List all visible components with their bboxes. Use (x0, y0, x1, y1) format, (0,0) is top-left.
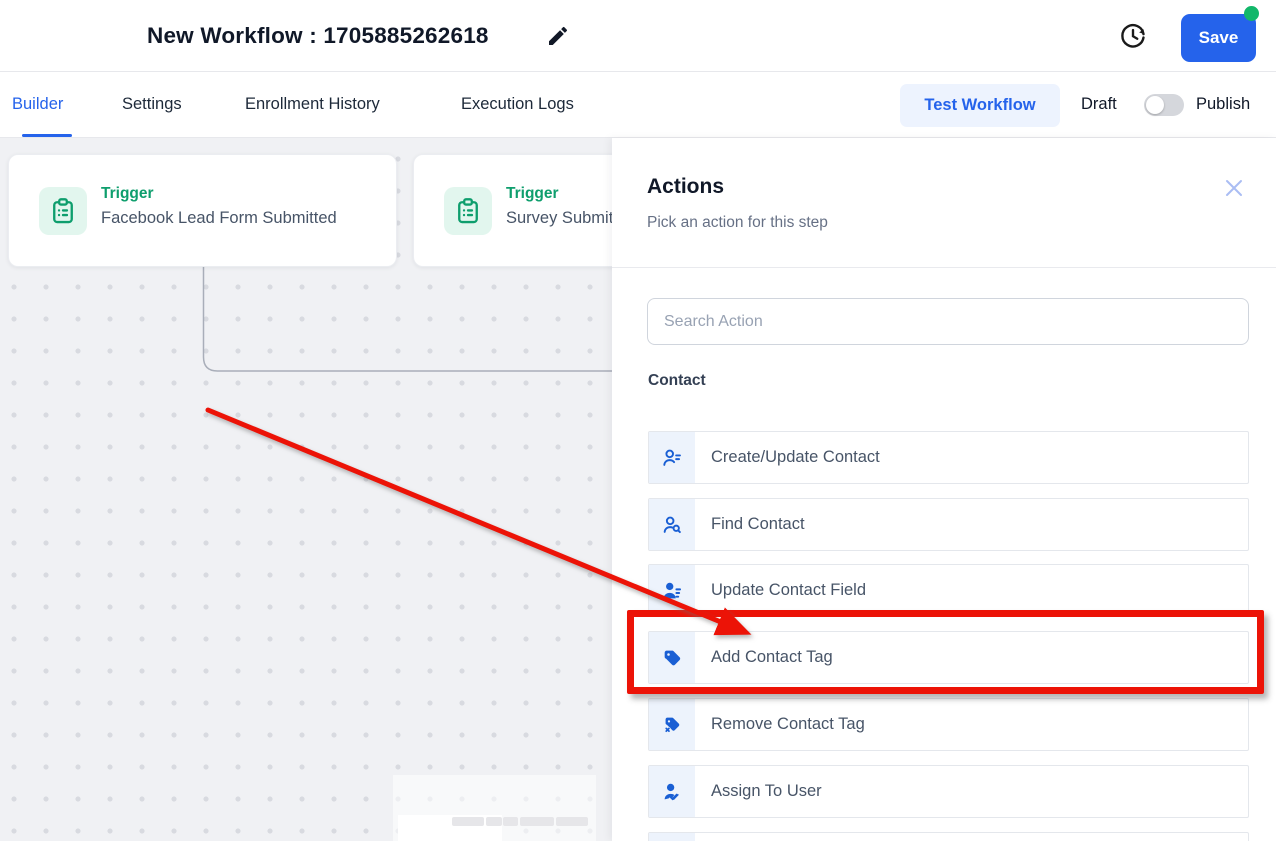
workflow-builder-screen: New Workflow : 1705885262618 Save Builde… (0, 0, 1276, 841)
workflow-title: New Workflow : 1705885262618 (147, 0, 489, 72)
blurred-pill (556, 817, 588, 826)
action-item-find-contact[interactable]: Find Contact (648, 498, 1249, 551)
trigger-name: Facebook Lead Form Submitted (101, 209, 381, 228)
user-search-icon (649, 499, 695, 550)
trigger-type-label: Trigger (101, 185, 381, 203)
trigger-name: Survey Submitted (506, 209, 612, 228)
workflow-canvas[interactable]: Trigger Facebook Lead Form Submitted Tri… (0, 138, 612, 841)
trigger-type-label: Trigger (506, 185, 612, 203)
search-action-input[interactable] (647, 298, 1249, 345)
panel-divider (612, 267, 1276, 268)
close-icon[interactable] (1224, 178, 1244, 198)
blurred-pill (486, 817, 502, 826)
user-check-icon (649, 766, 695, 817)
blurred-pill (452, 817, 484, 826)
action-item-remove-contact-tag[interactable]: Remove Contact Tag (648, 698, 1249, 751)
top-header: New Workflow : 1705885262618 Save (0, 0, 1276, 72)
tag-remove-icon (649, 699, 695, 750)
tab-enrollment-history[interactable]: Enrollment History (245, 72, 380, 137)
unsaved-changes-dot (1244, 6, 1259, 21)
history-clock-icon[interactable] (1118, 21, 1148, 51)
active-tab-underline (22, 134, 72, 137)
test-workflow-button[interactable]: Test Workflow (900, 84, 1060, 127)
action-item-update-contact-field[interactable]: Update Contact Field (648, 564, 1249, 617)
panel-title: Actions (647, 175, 724, 199)
action-item-partial[interactable] (648, 832, 1249, 841)
section-label-contact: Contact (648, 372, 706, 390)
blurred-pill (520, 817, 554, 826)
save-button[interactable]: Save (1181, 14, 1256, 62)
publish-toggle[interactable] (1144, 94, 1184, 116)
toggle-knob (1146, 96, 1164, 114)
tab-settings[interactable]: Settings (122, 72, 182, 137)
panel-subtitle: Pick an action for this step (647, 214, 828, 232)
action-item-add-contact-tag[interactable]: Add Contact Tag (648, 631, 1249, 684)
tab-builder[interactable]: Builder (12, 72, 63, 137)
blurred-pill (503, 817, 518, 826)
tab-execution-logs[interactable]: Execution Logs (461, 72, 574, 137)
user-lines-icon (649, 432, 695, 483)
trigger-card-survey[interactable]: Trigger Survey Submitted (413, 154, 612, 267)
user-filled-lines-icon (649, 565, 695, 616)
actions-panel: Actions Pick an action for this step Con… (612, 138, 1276, 841)
clipboard-icon (444, 187, 492, 235)
draft-label: Draft (1081, 72, 1117, 137)
action-item-assign-to-user[interactable]: Assign To User (648, 765, 1249, 818)
edit-title-pencil-icon[interactable] (546, 24, 570, 48)
tab-bar: Builder Settings Enrollment History Exec… (0, 72, 1276, 138)
clipboard-icon (39, 187, 87, 235)
publish-label: Publish (1196, 72, 1250, 137)
action-icon (649, 833, 695, 841)
tag-icon (649, 632, 695, 683)
action-item-create-update-contact[interactable]: Create/Update Contact (648, 431, 1249, 484)
trigger-card-facebook-lead[interactable]: Trigger Facebook Lead Form Submitted (8, 154, 397, 267)
